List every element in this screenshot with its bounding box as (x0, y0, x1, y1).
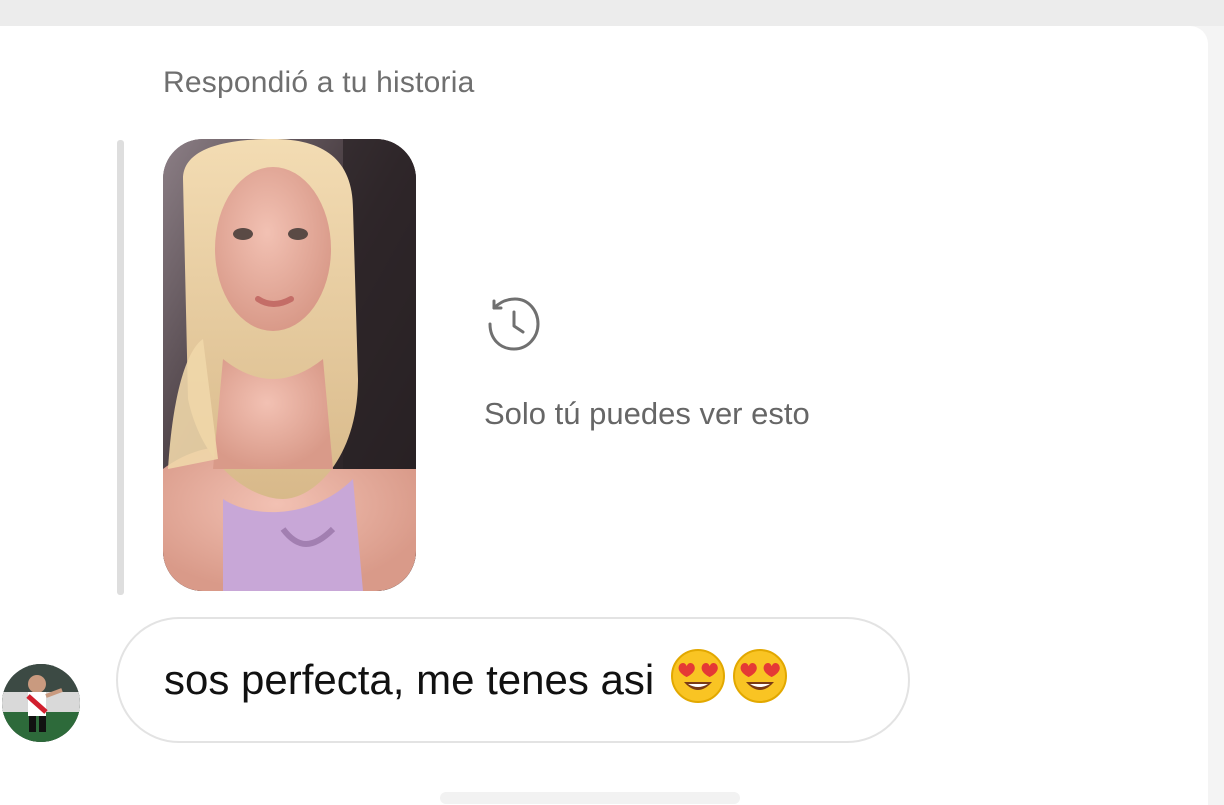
quote-bar (117, 140, 124, 595)
bottom-faint-text (440, 792, 740, 804)
story-reply-label: Respondió a tu historia (163, 66, 475, 99)
story-thumbnail[interactable] (163, 139, 416, 591)
visibility-note: Solo tú puedes ver esto (484, 396, 810, 431)
heart-eyes-emoji (670, 648, 726, 704)
heart-eyes-emoji (732, 648, 788, 704)
history-icon (480, 296, 540, 352)
top-strip (0, 0, 1224, 26)
avatar-image (2, 664, 80, 742)
story-photo (163, 139, 416, 591)
message-text: sos perfecta, me tenes asi (164, 656, 655, 703)
sender-avatar[interactable] (2, 664, 80, 742)
message-bubble[interactable]: sos perfecta, me tenes asi (116, 617, 910, 743)
